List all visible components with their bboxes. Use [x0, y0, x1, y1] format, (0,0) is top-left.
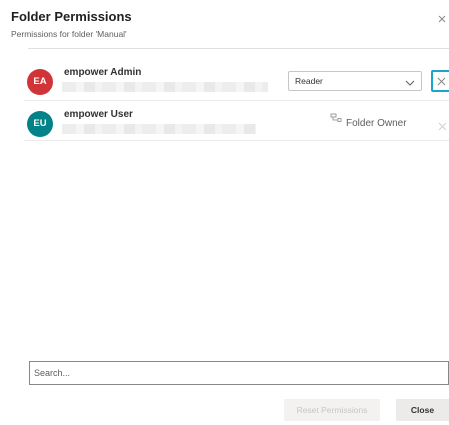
user-name: empower User — [64, 109, 133, 120]
chevron-down-icon — [405, 75, 415, 86]
close-button[interactable]: Close — [396, 399, 449, 421]
reset-permissions-button[interactable]: Reset Permissions — [284, 399, 380, 421]
role-label: Folder Owner — [346, 118, 407, 129]
redacted-text — [62, 82, 268, 92]
role-select-value: Reader — [295, 76, 323, 86]
avatar: EA — [27, 69, 53, 95]
role-select[interactable]: Reader — [288, 71, 422, 91]
user-row-user: EU empower User Folder Owner — [20, 106, 449, 142]
owner-icon — [330, 113, 342, 126]
header-divider — [28, 48, 449, 49]
close-icon[interactable] — [437, 14, 447, 24]
close-icon — [437, 77, 446, 86]
dialog-title: Folder Permissions — [11, 9, 132, 24]
close-icon — [438, 118, 447, 136]
user-name: empower Admin — [64, 67, 142, 78]
row-divider — [24, 100, 449, 101]
user-row-admin: EA empower Admin Reader — [20, 64, 449, 100]
redacted-text — [62, 124, 256, 134]
dialog-subtitle: Permissions for folder 'Manual' — [11, 29, 127, 39]
close-icon-glyph — [438, 15, 446, 23]
remove-user-button[interactable] — [431, 70, 449, 92]
folder-permissions-dialog: Folder Permissions Permissions for folde… — [0, 0, 449, 425]
row-divider — [24, 140, 449, 141]
avatar: EU — [27, 111, 53, 137]
search-input[interactable] — [29, 361, 449, 385]
